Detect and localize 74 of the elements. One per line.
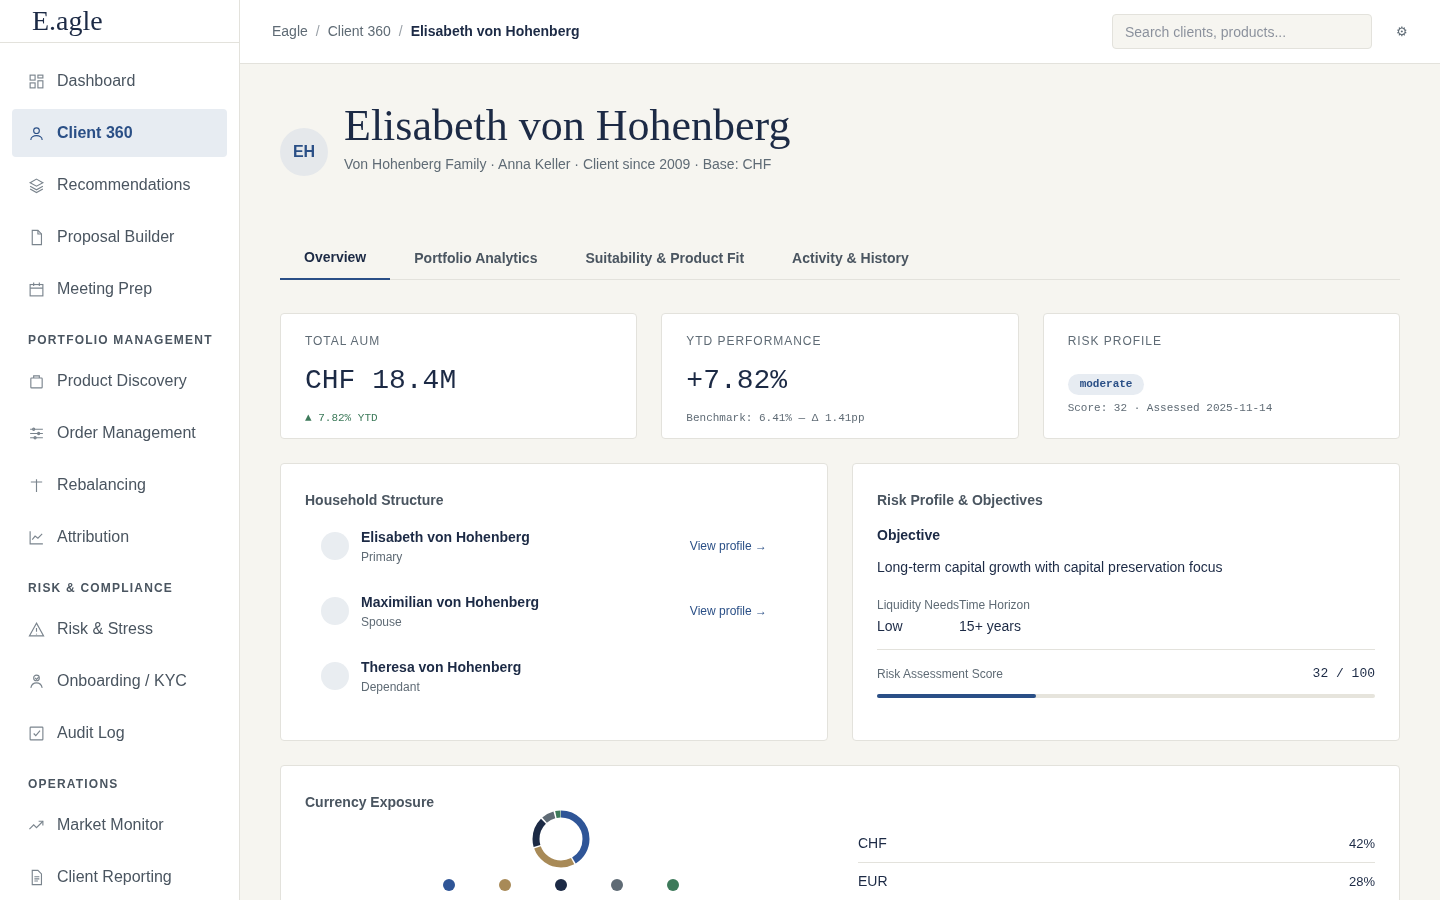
kpi-label: TOTAL AUM: [305, 333, 382, 350]
breadcrumb-separator: /: [398, 22, 403, 41]
kpi-label: RISK PROFILE: [1067, 333, 1163, 350]
user-icon: [28, 124, 45, 142]
member-role: Spouse: [361, 613, 403, 631]
calendar-icon: [28, 280, 45, 298]
layers-icon: [28, 176, 45, 194]
nav-item[interactable]: Meeting Prep: [12, 265, 227, 313]
avatar: EH: [280, 128, 328, 176]
client-name: Elisabeth von Hohenberg: [344, 99, 791, 152]
card-title: Risk Profile & Objectives: [877, 491, 1044, 510]
objective-label: Objective: [877, 526, 942, 545]
settings-button[interactable]: ⚙: [1396, 21, 1408, 42]
breadcrumb-link[interactable]: Eagle: [272, 21, 308, 42]
nav-item[interactable]: Proposal Builder: [12, 213, 227, 261]
checkbox-icon: [28, 724, 45, 742]
tab[interactable]: Suitability & Product Fit: [561, 236, 769, 280]
kpi-value: CHF 18.4M: [305, 364, 458, 398]
nav-item[interactable]: Risk & Stress: [12, 605, 227, 653]
section-heading: PORTFOLIO MANAGEMENT: [27, 332, 214, 349]
tab[interactable]: Overview: [280, 236, 391, 280]
nav-item[interactable]: Rebalancing: [12, 461, 227, 509]
nav-item[interactable]: Audit Log: [12, 709, 227, 757]
member-name: Elisabeth von Hohenberg: [361, 527, 531, 547]
section-heading: OPERATIONS: [27, 776, 120, 793]
field-label: Time Horizon: [959, 597, 1030, 614]
nav-item[interactable]: Recommendations: [12, 161, 227, 209]
logo: E.agle: [0, 0, 239, 43]
kpi-note: Score: 32 · Assessed 2025-11-14: [1067, 401, 1274, 416]
tab[interactable]: Portfolio Analytics: [390, 236, 562, 280]
nav-item[interactable]: Market Monitor: [12, 801, 227, 849]
nav-item[interactable]: Product Discovery: [12, 357, 227, 405]
kpi-value: +7.82%: [686, 364, 789, 398]
kpi-note: ▲ 7.82% YTD: [305, 411, 379, 426]
nav-item[interactable]: Onboarding / KYC: [12, 657, 227, 705]
currency-code: CHF: [858, 834, 887, 853]
member-role: Dependant: [361, 678, 421, 696]
score-value: 32 / 100: [1312, 665, 1375, 683]
objective-text: Long-term capital growth with capital preservation focus: [877, 558, 1224, 577]
search-field[interactable]: Search clients, products...: [1112, 14, 1372, 49]
warning-icon: [28, 620, 45, 638]
section-heading: RISK & COMPLIANCE: [27, 580, 175, 597]
currency-share: 28%: [1348, 872, 1375, 891]
field-value: Low: [877, 617, 904, 636]
currency-code: EUR: [858, 872, 888, 891]
kpi-label: YTD PERFORMANCE: [686, 333, 823, 350]
grid-icon: [28, 72, 45, 90]
field-label: Liquidity Needs: [877, 597, 960, 614]
currency-share: 42%: [1348, 834, 1375, 853]
breadcrumb-separator: /: [315, 22, 320, 41]
member-role: Primary: [361, 548, 404, 566]
breadcrumb-link[interactable]: Client 360: [327, 21, 391, 42]
nav-item[interactable]: Attribution: [12, 513, 227, 561]
nav-item[interactable]: Client Reporting: [12, 853, 227, 900]
person-icon: [28, 672, 45, 690]
nav-item[interactable]: Client 360: [12, 109, 227, 157]
view-profile-link[interactable]: View profile →: [689, 602, 767, 620]
tab[interactable]: Activity & History: [768, 236, 933, 280]
client-subtitle: Von Hohenberg Family · Anna Keller · Client since 2009 · Base: CHF: [344, 154, 773, 174]
cross-icon: [28, 476, 45, 494]
risk-badge: moderate: [1067, 374, 1145, 395]
breadcrumb-current: Elisabeth von Hohenberg: [410, 22, 580, 41]
card-title: Household Structure: [305, 491, 445, 510]
score-label: Risk Assessment Score: [877, 665, 1004, 683]
bag-icon: [28, 372, 45, 390]
field-value: 15+ years: [959, 617, 1022, 636]
nav-item[interactable]: Order Management: [12, 409, 227, 457]
member-name: Maximilian von Hohenberg: [361, 592, 541, 612]
nav-item[interactable]: Dashboard: [12, 57, 227, 105]
card-title: Currency Exposure: [305, 793, 436, 812]
member-name: Theresa von Hohenberg: [361, 657, 523, 677]
view-profile-link[interactable]: View profile →: [689, 537, 767, 555]
kpi-note: Benchmark: 6.41% — Δ 1.41pp: [686, 411, 866, 426]
line-chart-icon: [28, 528, 45, 546]
